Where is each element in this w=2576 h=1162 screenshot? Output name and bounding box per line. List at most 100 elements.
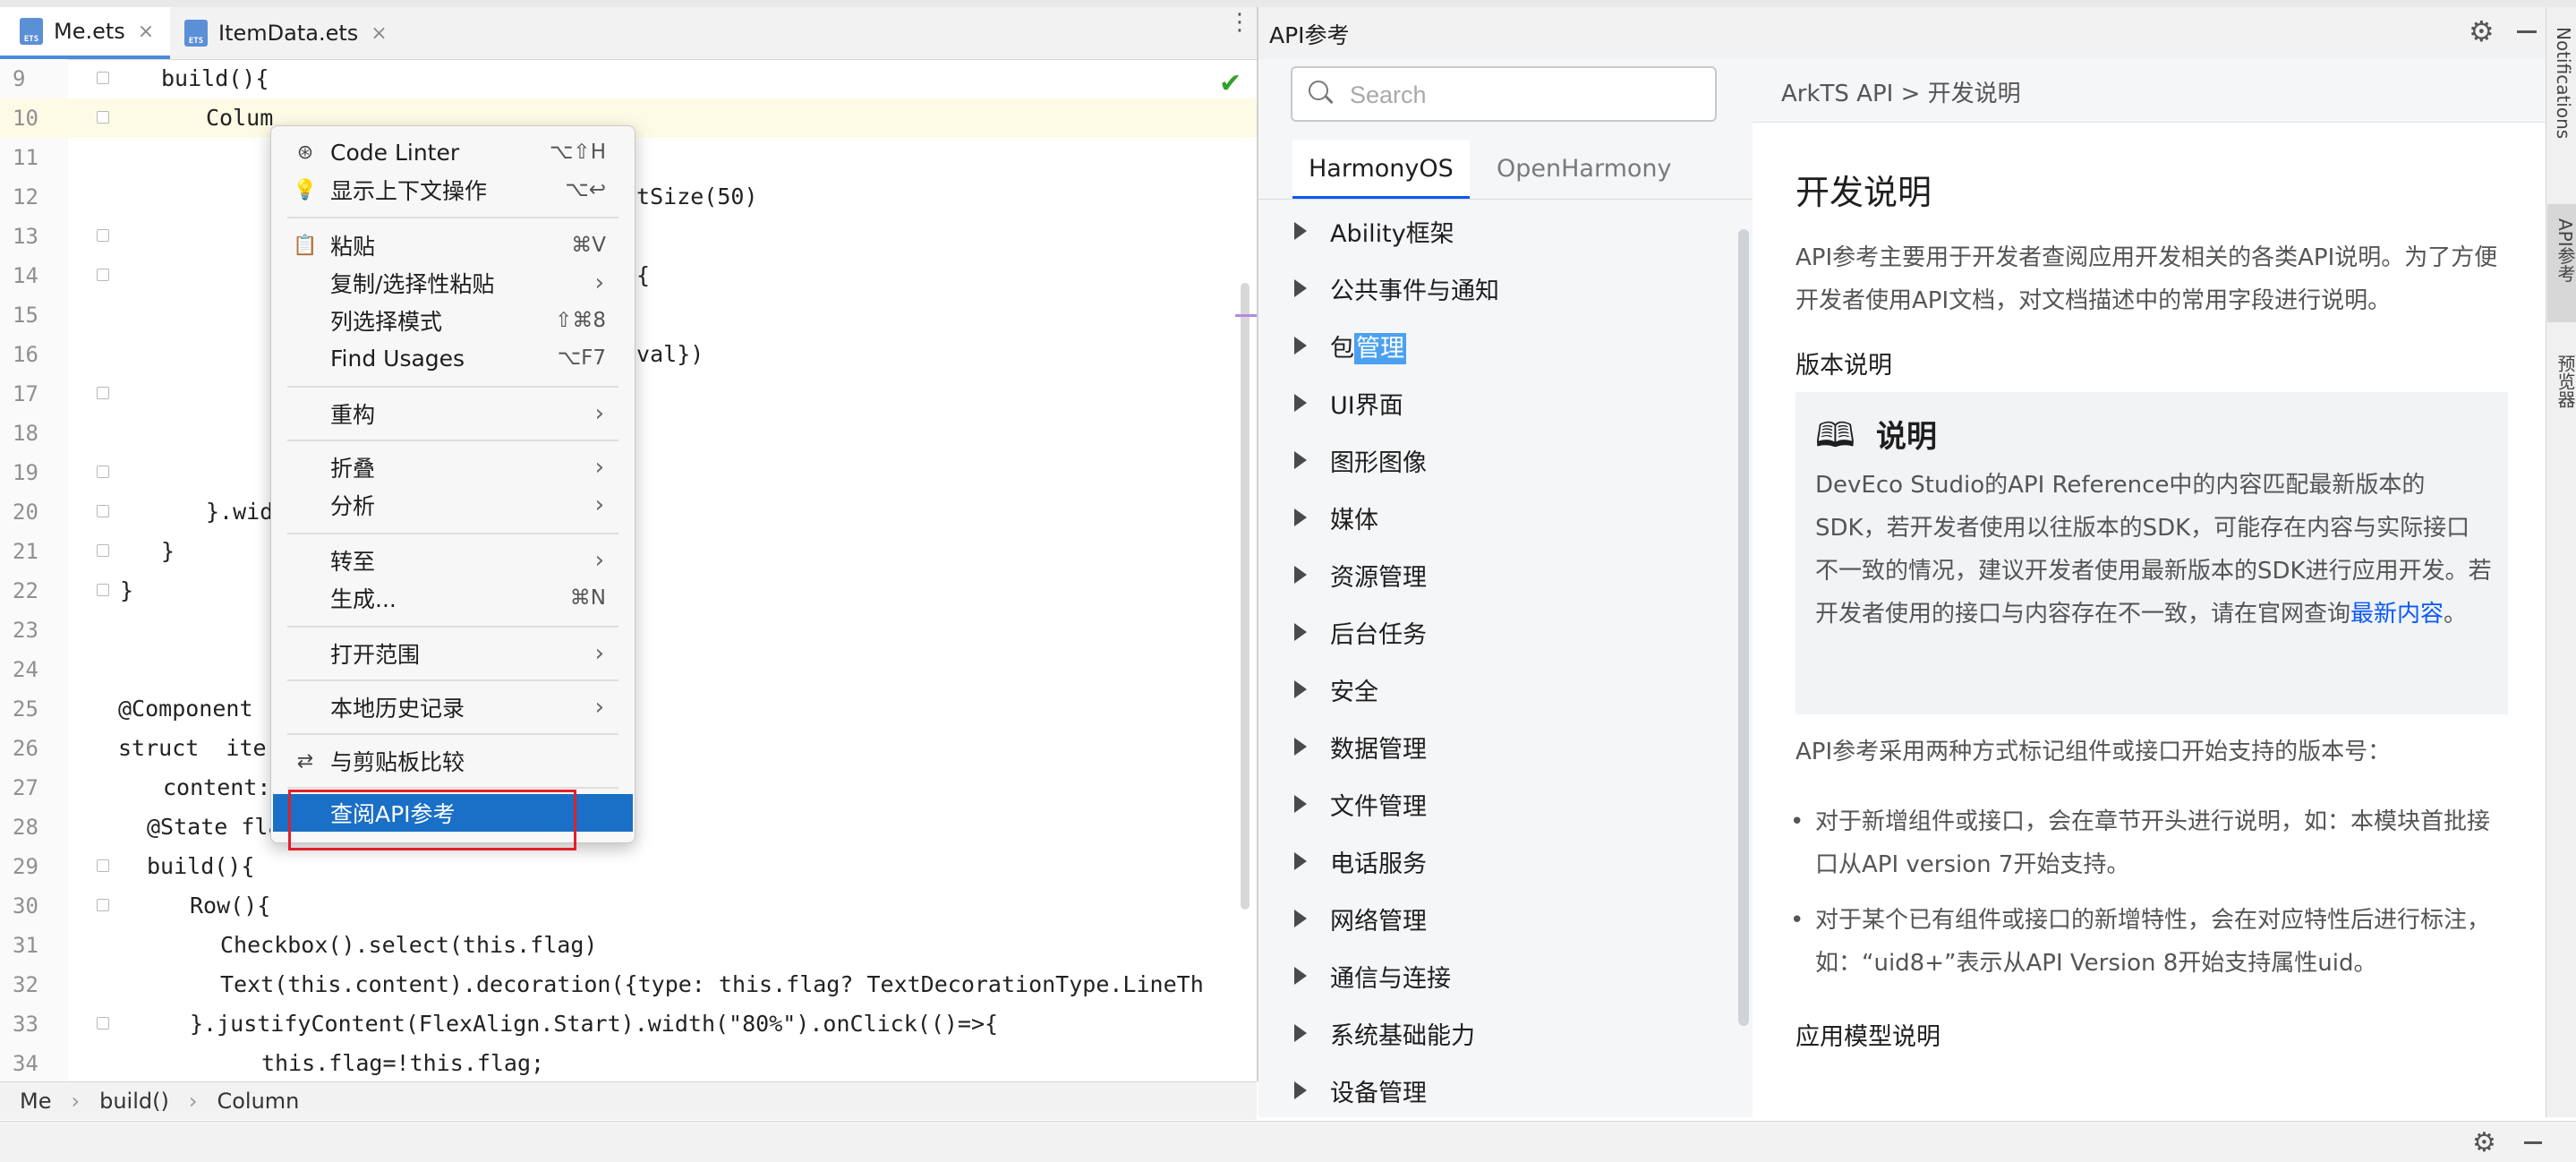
expand-arrow-icon[interactable] [1294, 566, 1307, 584]
menu-item-refactor[interactable]: 重构 › [287, 395, 618, 432]
nav-item[interactable]: 文件管理 [1258, 775, 1733, 833]
gear-icon[interactable]: ⚙ [2472, 1127, 2496, 1158]
menu-item-folding[interactable]: 折叠 › [287, 449, 618, 486]
nav-item[interactable]: 媒体 [1258, 489, 1733, 546]
nav-item[interactable]: 包管理 [1258, 317, 1733, 374]
menu-item-local-history[interactable]: 本地历史记录 › [287, 688, 618, 726]
nav-item[interactable]: 安全 [1258, 661, 1733, 718]
expand-arrow-icon[interactable] [1294, 852, 1307, 870]
menu-item-label: 打开范围 [330, 642, 421, 668]
note-title: 说明 [1876, 419, 1937, 455]
expand-arrow-icon[interactable] [1294, 680, 1307, 698]
notifications-tool-button[interactable]: Notifications [2553, 27, 2574, 139]
fold-marker-icon[interactable] [97, 584, 109, 596]
code-line: 29 build(){ [0, 847, 1257, 886]
code-text: }.wid [206, 499, 274, 525]
nav-label: 包管理 [1330, 329, 1406, 364]
breadcrumb-item[interactable]: Me [20, 1089, 51, 1114]
nav-scrollbar[interactable] [1738, 229, 1749, 1026]
fold-marker-icon[interactable] [97, 269, 109, 281]
tab-me-ets[interactable]: ETS Me.ets × [0, 7, 171, 59]
nav-item[interactable]: 电话服务 [1258, 833, 1733, 890]
menu-item-code-linter[interactable]: ⊛ Code Linter ⌥⇧H [287, 133, 618, 171]
menu-item-goto[interactable]: 转至 › [287, 542, 618, 579]
fold-marker-icon[interactable] [97, 229, 109, 242]
expand-arrow-icon[interactable] [1294, 738, 1307, 756]
fold-marker-icon[interactable] [97, 111, 109, 124]
status-bar: ⚙ [0, 1121, 2576, 1162]
expand-arrow-icon[interactable] [1294, 394, 1307, 412]
shortcut: ⌥F7 [557, 346, 606, 370]
expand-arrow-icon[interactable] [1294, 1024, 1307, 1042]
api-reference-tool-button[interactable]: API参考 [2553, 218, 2576, 283]
nav-item[interactable]: 图形图像 [1258, 431, 1733, 489]
expand-arrow-icon[interactable] [1294, 279, 1307, 297]
expand-arrow-icon[interactable] [1294, 967, 1307, 985]
tab-openharmony[interactable]: OpenHarmony [1480, 140, 1688, 199]
expand-arrow-icon[interactable] [1294, 795, 1307, 813]
fold-marker-icon[interactable] [97, 387, 109, 399]
breadcrumb-item[interactable]: Column [217, 1089, 299, 1114]
more-options-icon[interactable]: ⋮ [1228, 11, 1251, 34]
fold-marker-icon[interactable] [97, 899, 109, 911]
nav-item[interactable]: 后台任务 [1258, 603, 1733, 661]
expand-arrow-icon[interactable] [1294, 451, 1307, 469]
nav-item[interactable]: 设备管理 [1258, 1062, 1733, 1117]
fold-marker-icon[interactable] [97, 544, 109, 557]
close-icon[interactable]: × [138, 21, 154, 43]
fold-marker-icon[interactable] [97, 466, 109, 478]
fold-marker-icon[interactable] [97, 505, 109, 517]
tab-itemdata-ets[interactable]: ETS ItemData.ets × [168, 7, 404, 59]
api-nav: HarmonyOS OpenHarmony Ability框架 公共事件与通知 … [1258, 59, 1753, 1117]
menu-item-generate[interactable]: 生成... ⌘N [287, 579, 618, 617]
breadcrumb-item[interactable]: build() [99, 1089, 169, 1114]
fold-marker-icon[interactable] [97, 1017, 109, 1030]
submenu-arrow-icon: › [594, 491, 604, 518]
search-input[interactable] [1348, 75, 1701, 115]
minimize-icon[interactable] [2524, 1141, 2542, 1144]
doc-paragraph: API参考主要用于开发者查阅应用开发相关的各类API说明。为了方便开发者使用AP… [1796, 244, 2498, 314]
menu-item-paste[interactable]: 📋 粘贴 ⌘V [287, 226, 618, 264]
tab-harmonyos[interactable]: HarmonyOS [1292, 140, 1470, 199]
nav-item[interactable]: UI界面 [1258, 374, 1733, 431]
previewer-tool-button[interactable]: 预览器 [2553, 355, 2576, 408]
shortcut: ⇧⌘8 [555, 309, 606, 332]
nav-label: 后台任务 [1330, 620, 1427, 649]
menu-item-open-in[interactable]: 打开范围 › [287, 635, 618, 672]
nav-item[interactable]: 网络管理 [1258, 890, 1733, 947]
menu-item-column-selection[interactable]: 列选择模式 ⇧⌘8 [287, 302, 618, 339]
code-text: content: [163, 774, 271, 800]
doc-paragraph: API参考采用两种方式标记组件或接口开始支持的版本号： [1796, 739, 2392, 765]
menu-item-analyze[interactable]: 分析 › [287, 486, 618, 524]
note-body: DevEco Studio的API Reference中的内容匹配最新版本的SD… [1815, 464, 2492, 636]
nav-item[interactable]: 数据管理 [1258, 718, 1733, 775]
editor-scrollbar[interactable] [1241, 283, 1250, 910]
nav-item[interactable]: Ability框架 [1258, 202, 1733, 260]
menu-item-label: 重构 [330, 402, 376, 428]
menu-item-label: Code Linter [330, 139, 460, 166]
expand-arrow-icon[interactable] [1294, 910, 1307, 927]
menu-item-compare-clipboard[interactable]: ⇄ 与剪贴板比较 [287, 742, 618, 780]
editor-breadcrumb: Me › build() › Column [0, 1081, 1257, 1120]
menu-item-label: 与剪贴板比较 [330, 749, 465, 775]
nav-item[interactable]: 通信与连接 [1258, 947, 1733, 1004]
expand-arrow-icon[interactable] [1294, 623, 1307, 641]
menu-item-find-usages[interactable]: Find Usages ⌥F7 [287, 339, 618, 377]
nav-item[interactable]: 公共事件与通知 [1258, 260, 1733, 317]
menu-item-show-context-actions[interactable]: 💡 显示上下文操作 ⌥↩ [287, 171, 618, 209]
menu-item-copy-paste-special[interactable]: 复制/选择性粘贴 › [287, 264, 618, 302]
nav-item[interactable]: 系统基础能力 [1258, 1004, 1733, 1062]
minimize-icon[interactable] [2517, 30, 2537, 33]
expand-arrow-icon[interactable] [1294, 1081, 1307, 1099]
fold-marker-icon[interactable] [97, 859, 109, 872]
gear-icon[interactable]: ⚙ [2469, 14, 2495, 48]
expand-arrow-icon[interactable] [1294, 508, 1307, 526]
doc-breadcrumb-text[interactable]: ArkTS API > 开发说明 [1781, 75, 2021, 108]
fold-marker-icon[interactable] [97, 72, 109, 84]
nav-item[interactable]: 资源管理 [1258, 546, 1733, 603]
latest-content-link[interactable]: 最新内容 [2350, 601, 2444, 628]
expand-arrow-icon[interactable] [1294, 337, 1307, 355]
expand-arrow-icon[interactable] [1294, 222, 1307, 240]
close-icon[interactable]: × [371, 22, 387, 45]
code-linter-icon: ⊛ [296, 141, 314, 164]
